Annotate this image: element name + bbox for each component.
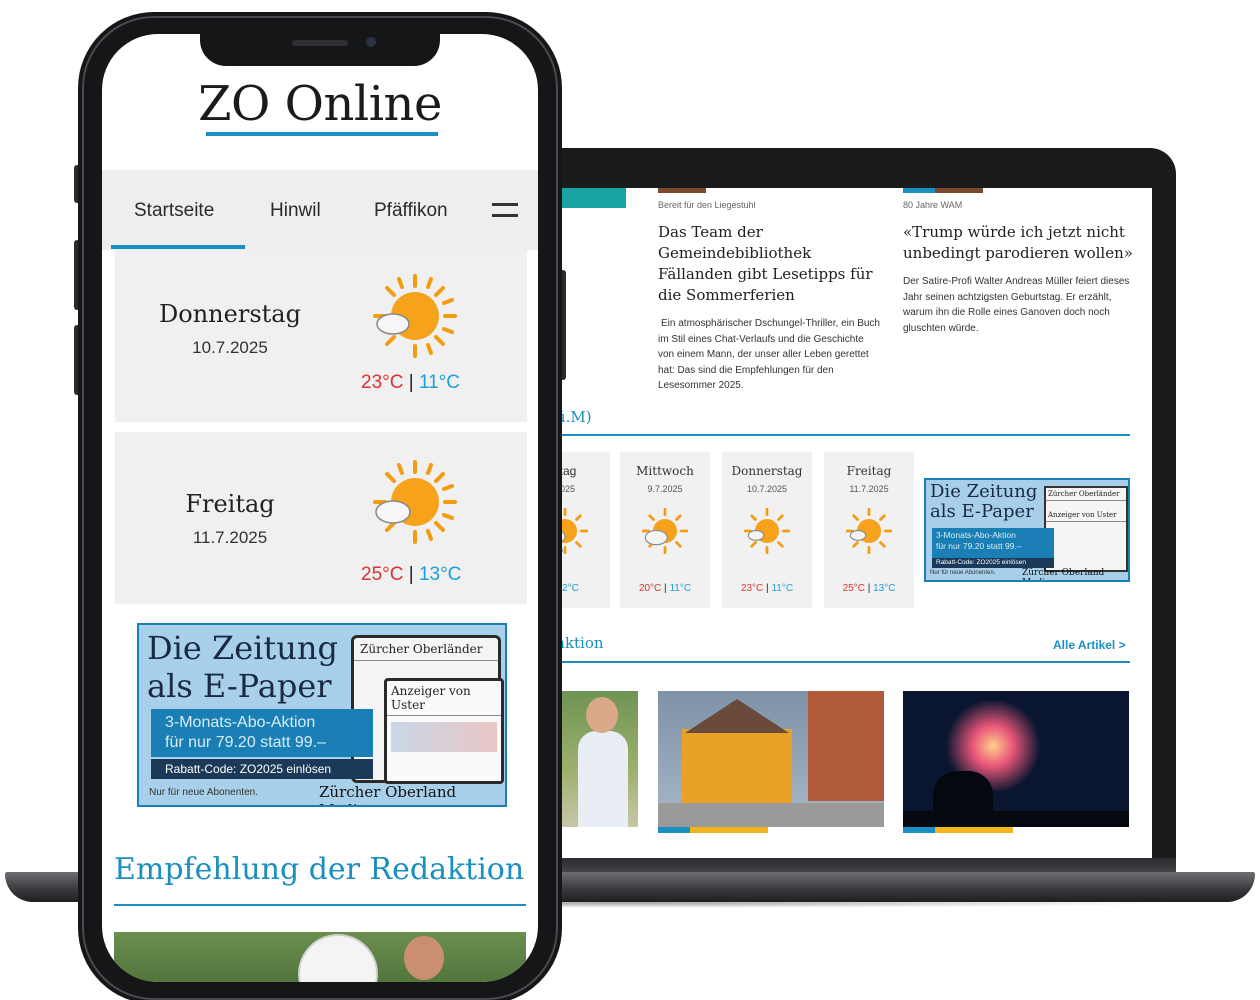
sun-cloud-icon <box>743 507 791 555</box>
weather-day: Donnerstag <box>731 464 803 478</box>
weather-temps: 25°C | 13°C <box>361 564 462 585</box>
nav-item-startseite[interactable]: Startseite <box>134 200 214 222</box>
article-kicker: Bereit für den Liegestuhl <box>658 200 756 210</box>
weather-card: Mittwoch 9.7.2025 20°C | 11°C <box>620 452 710 608</box>
weather-temps: 25°C | 13°C <box>842 583 896 594</box>
sun-cloud-icon <box>373 274 457 358</box>
photo-category-bar <box>935 827 1013 833</box>
nav-active-indicator <box>111 245 245 249</box>
ad-note: Nur für neue Abonenten. <box>149 787 258 798</box>
nav-item-hinwil[interactable]: Hinwil <box>270 200 321 222</box>
weather-date: 10.7.2025 <box>746 484 788 494</box>
section-rule <box>556 661 1130 663</box>
front-camera-icon <box>366 37 376 47</box>
speaker-grille <box>292 40 348 46</box>
weather-date: 9.7.2025 <box>647 484 683 494</box>
article-photo-fireworks[interactable] <box>903 691 1129 827</box>
main-nav: Startseite Hinwil Pfäffikon <box>102 170 538 250</box>
weather-temps: 23°C | 11°C <box>361 372 460 393</box>
ad-code: Rabatt-Code: ZO2025 einlösen <box>151 759 373 779</box>
ad-code: Rabatt-Code: ZO2025 einlösen <box>932 558 1054 568</box>
site-logo[interactable]: ZO Online <box>102 76 538 132</box>
article-kicker: 80 Jahre WAM <box>903 200 963 210</box>
article-photo-children[interactable] <box>560 691 638 827</box>
article-photo-house[interactable] <box>658 691 884 827</box>
article-lead: Der Satire-Profi Walter Andreas Müller f… <box>903 276 1130 334</box>
weather-day: Mittwoch <box>636 464 694 478</box>
weather-card: Freitag 11.7.2025 25°C | 13°C <box>115 432 527 604</box>
weather-temps: 23°C | 11°C <box>740 583 794 594</box>
section-rule <box>556 434 1130 436</box>
weather-date: 11.7.2025 <box>192 528 268 547</box>
ad-note: Nur für neue Abonenten. <box>930 570 996 576</box>
weather-temps: 20°C | 11°C <box>638 583 692 594</box>
laptop-screen: Bereit für den Liegestuhl Das Team der G… <box>490 188 1152 858</box>
weather-card: Donnerstag 10.7.2025 23°C | 11°C <box>722 452 812 608</box>
phone-notch <box>200 26 440 66</box>
epaper-ad[interactable]: Die Zeitung als E-Paper Zürcher Oberländ… <box>137 623 507 807</box>
ad-brand: Zürcher Oberland Medien <box>1022 568 1105 580</box>
weather-day: Freitag <box>185 490 275 518</box>
article-title[interactable]: Das Team der Gemeindebibliothek Fällande… <box>658 222 888 306</box>
newspaper-image: Zürcher Oberländer Anzeiger von Uster <box>351 635 504 784</box>
article-category-bar <box>935 188 983 193</box>
logo-underline <box>206 132 438 136</box>
section-rule <box>114 904 526 906</box>
sun-cloud-icon <box>641 507 689 555</box>
weather-date: 11.7.2025 <box>849 484 889 494</box>
weather-card: Donnerstag 10.7.2025 23°C | 11°C <box>115 250 527 422</box>
photo-category-bar <box>658 827 690 833</box>
weather-day: Donnerstag <box>159 300 301 328</box>
nav-item-pfaeffikon[interactable]: Pfäffikon <box>374 200 448 222</box>
hamburger-menu-icon[interactable] <box>492 200 518 220</box>
ad-offer: 3-Monats-Abo-Aktion für nur 79.20 statt … <box>932 528 1054 560</box>
ad-headline: Die Zeitung als E-Paper <box>147 629 338 705</box>
newspaper-image: Zürcher Oberländer Anzeiger von Uster <box>1044 486 1128 572</box>
photo-category-bar <box>690 827 768 833</box>
article-photo-children[interactable] <box>114 932 526 982</box>
article-category-bar <box>658 188 706 193</box>
recommendation-heading: Empfehlung der Redaktion <box>114 852 525 887</box>
sun-cloud-icon <box>373 460 457 544</box>
ad-headline: Die Zeitung als E-Paper <box>930 481 1038 522</box>
article-title[interactable]: «Trump würde ich jetzt nicht unbedingt p… <box>903 222 1133 264</box>
weather-card: Freitag 11.7.2025 25°C | 13°C <box>824 452 914 608</box>
weather-date: 10.7.2025 <box>192 338 268 357</box>
epaper-ad[interactable]: Die Zeitung als E-Paper Zürcher Oberländ… <box>924 478 1130 582</box>
article-category-bar <box>903 188 935 193</box>
all-articles-link[interactable]: Alle Artikel > <box>1053 638 1126 652</box>
sun-cloud-icon <box>845 507 893 555</box>
weather-day: Freitag <box>846 464 892 478</box>
ad-offer: 3-Monats-Abo-Aktion für nur 79.20 statt … <box>151 709 373 757</box>
ad-brand: Zürcher Oberland Medien <box>319 783 457 805</box>
photo-category-bar <box>903 827 935 833</box>
article-lead: Ein atmosphärischer Dschungel-Thriller, … <box>658 318 880 391</box>
phone-screen: ZO Online Startseite Hinwil Pfäffikon Do… <box>102 34 538 982</box>
recommendation-heading: aktion <box>556 634 604 652</box>
